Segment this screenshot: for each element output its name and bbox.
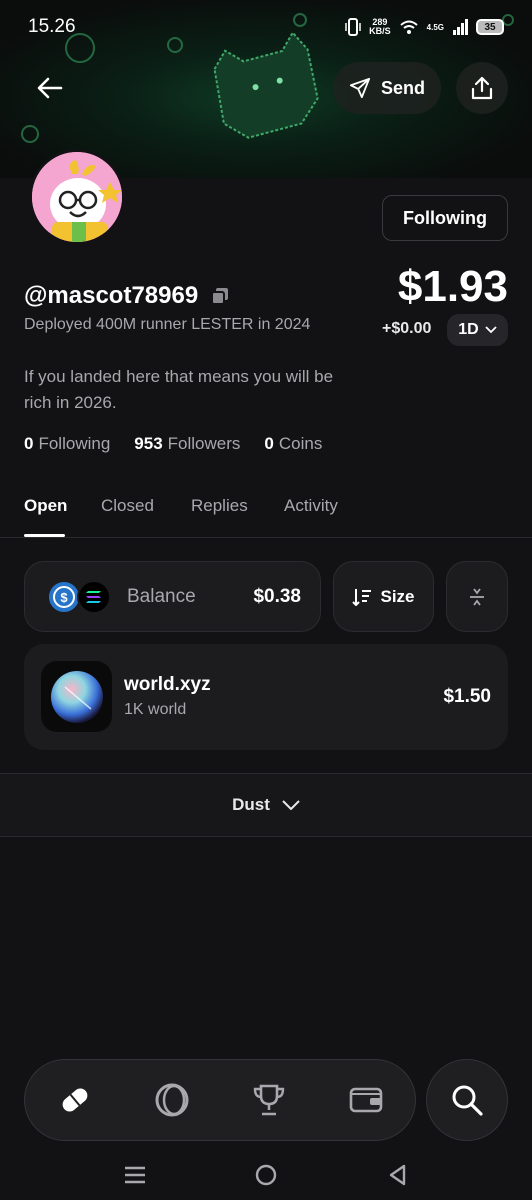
active-tab-indicator — [24, 534, 65, 537]
network-speed: 289 KB/S — [369, 17, 391, 36]
tab-open[interactable]: Open — [24, 496, 67, 516]
username-row: @mascot78969 — [24, 282, 230, 310]
following-button[interactable]: Following — [382, 195, 508, 241]
wallet-icon — [349, 1087, 383, 1113]
system-nav-bar — [0, 1150, 532, 1200]
back-triangle-icon — [389, 1164, 406, 1186]
menu-lines-icon — [125, 1166, 145, 1184]
back-button[interactable] — [24, 62, 76, 114]
home-circle-icon — [255, 1164, 277, 1186]
search-icon — [452, 1085, 483, 1116]
sort-label: Size — [380, 586, 415, 606]
arrow-left-icon — [37, 77, 63, 99]
nav-leaderboard[interactable] — [249, 1080, 289, 1120]
status-time: 15.26 — [28, 16, 76, 37]
svg-text:$: $ — [60, 590, 68, 605]
profile-subtitle: Deployed 400M runner LESTER in 2024 — [24, 316, 311, 333]
share-upload-icon — [471, 76, 493, 100]
world-token-icon — [41, 661, 112, 732]
tab-closed[interactable]: Closed — [101, 496, 154, 516]
balance-label: Balance — [127, 586, 196, 607]
token-subtitle: 1K world — [124, 701, 187, 718]
portfolio-balance: $1.93 — [397, 262, 508, 311]
bottom-nav — [24, 1059, 416, 1141]
dust-toggle[interactable]: Dust — [0, 773, 532, 837]
recent-apps-button[interactable] — [120, 1160, 150, 1190]
search-button[interactable] — [426, 1059, 508, 1141]
send-button[interactable]: Send — [333, 62, 441, 114]
dust-label: Dust — [232, 795, 270, 814]
profile-stats: 0 Following 953 Followers 0 Coins — [24, 434, 322, 454]
stat-following[interactable]: 0 Following — [24, 434, 110, 454]
token-row[interactable]: world.xyz 1K world $1.50 — [24, 644, 508, 750]
portfolio-change: +$0.00 — [382, 320, 432, 337]
battery-level: 35 — [484, 21, 496, 33]
chevron-down-icon — [485, 326, 497, 334]
balance-value: $0.38 — [253, 586, 301, 607]
signal-icon — [453, 19, 468, 35]
tab-activity[interactable]: Activity — [284, 496, 338, 516]
tab-replies[interactable]: Replies — [191, 496, 248, 516]
nav-explore[interactable] — [152, 1080, 192, 1120]
share-button[interactable] — [456, 62, 508, 114]
copy-icon[interactable] — [210, 286, 230, 306]
profile-tabs: Open Closed Replies Activity — [0, 490, 532, 538]
system-back-button[interactable] — [383, 1160, 413, 1190]
status-bar: 15.26 289 KB/S 4.5G 35 — [0, 0, 532, 56]
username: @mascot78969 — [24, 282, 199, 309]
paper-plane-icon — [349, 77, 371, 99]
balance-filter[interactable]: $ Balance $0.38 — [24, 561, 321, 632]
collapse-vertical-icon — [470, 587, 484, 606]
solana-icon — [77, 580, 111, 614]
pill-icon — [62, 1088, 88, 1112]
collapse-button[interactable] — [446, 561, 508, 632]
following-button-label: Following — [403, 207, 487, 228]
sort-size-button[interactable]: Size — [333, 561, 434, 632]
home-button[interactable] — [251, 1160, 281, 1190]
profile-bio: If you landed here that means you will b… — [24, 367, 334, 412]
period-selector[interactable]: 1D — [447, 314, 508, 346]
stat-followers[interactable]: 953 Followers — [134, 434, 240, 454]
period-label: 1D — [458, 321, 479, 338]
usdc-icon: $ — [47, 580, 81, 614]
stat-value: 0 — [24, 434, 34, 453]
stat-coins[interactable]: 0 Coins — [264, 434, 322, 454]
mascot-avatar-image — [32, 152, 122, 242]
nav-wallet[interactable] — [346, 1080, 386, 1120]
vibrate-icon — [345, 18, 361, 36]
wifi-icon — [399, 20, 418, 34]
stat-label: Following — [38, 434, 111, 453]
status-icons: 289 KB/S 4.5G 35 — [345, 18, 504, 36]
stat-label: Followers — [167, 434, 241, 453]
network-type: 4.5G — [426, 22, 444, 32]
stat-label: Coins — [278, 434, 323, 453]
trophy-icon — [253, 1084, 285, 1116]
sort-descending-icon — [352, 588, 372, 606]
send-label: Send — [380, 77, 425, 98]
token-value: $1.50 — [443, 686, 491, 707]
battery-icon: 35 — [476, 19, 504, 35]
chevron-down-icon — [282, 800, 300, 810]
nav-pill-home[interactable] — [55, 1080, 95, 1120]
token-name: world.xyz — [124, 674, 211, 695]
stat-value: 0 — [264, 434, 274, 453]
stat-value: 953 — [134, 434, 163, 453]
avatar[interactable] — [29, 149, 125, 245]
ring-icon — [155, 1083, 189, 1117]
